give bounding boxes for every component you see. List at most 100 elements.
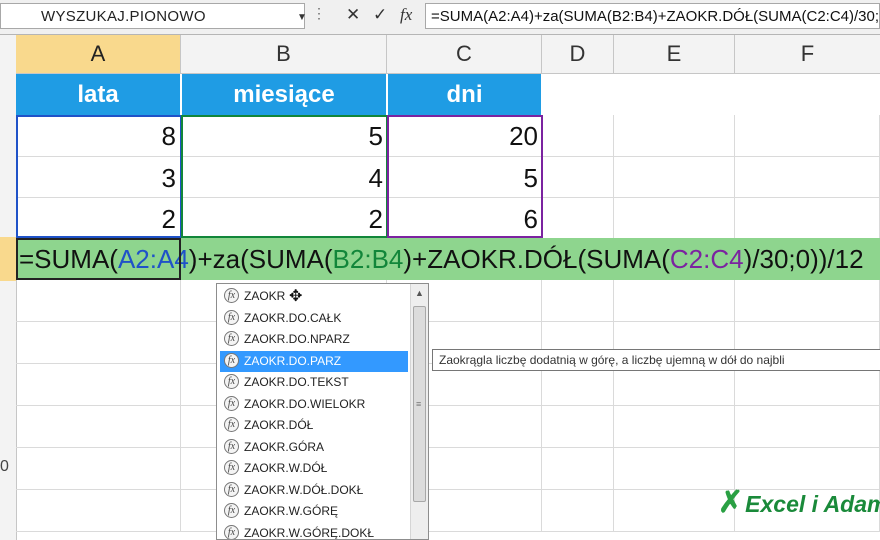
grid-cell[interactable]	[614, 490, 735, 532]
autocomplete-item[interactable]: fx ZAOKR.W.DÓŁ.DOKŁ	[220, 480, 408, 501]
chevron-down-icon[interactable]: ▼	[297, 12, 307, 23]
grid-cell[interactable]	[542, 197, 614, 239]
grid-cell[interactable]	[16, 364, 181, 406]
autocomplete-item[interactable]: fx ZAOKR.DÓŁ	[220, 415, 408, 436]
grid-cell[interactable]	[614, 197, 735, 239]
formula-part: (SUMA(	[240, 244, 333, 274]
autocomplete-item[interactable]: fx ZAOKR.DO.TEKST	[220, 372, 408, 393]
grid-cell[interactable]	[735, 197, 880, 239]
function-icon: fx	[224, 374, 239, 389]
autocomplete-item-label: ZAOKR.DO.CAŁK	[244, 310, 342, 325]
function-autocomplete-list[interactable]: fx ZAOKR fx ZAOKR.DO.CAŁK fx ZAOKR.DO.NPARZ fx…	[216, 283, 429, 540]
name-box-value: WYSZUKAJ.PIONOWO	[41, 8, 206, 25]
row-header-selected[interactable]	[0, 237, 16, 281]
grid-cell[interactable]	[614, 156, 735, 198]
excel-logo-icon: ✗	[718, 486, 744, 519]
function-icon: fx	[224, 331, 239, 346]
autocomplete-item[interactable]: fx ZAOKR.GÓRA	[220, 437, 408, 458]
grid-cell[interactable]	[542, 448, 614, 490]
grid-cell[interactable]	[542, 115, 614, 157]
function-icon: fx	[224, 460, 239, 475]
name-box[interactable]: WYSZUKAJ.PIONOWO ▼	[0, 3, 307, 29]
scroll-up-icon[interactable]: ▲	[415, 288, 424, 298]
function-icon: fx	[224, 524, 239, 539]
grid-cell[interactable]	[735, 115, 880, 157]
autocomplete-item[interactable]: fx ZAOKR.W.GÓRĘ.DOKŁ	[220, 523, 408, 540]
scrollbar[interactable]: ▲ ≡	[410, 284, 428, 539]
function-icon: fx	[224, 481, 239, 497]
cell-b2[interactable]: 5	[186, 121, 383, 152]
header-cell-miesiace[interactable]: miesiące	[182, 74, 386, 115]
autocomplete-item[interactable]: fx ZAOKR.W.GÓRĘ	[220, 501, 408, 522]
autocomplete-item-label: ZAOKR.W.GÓRĘ.DOKŁ	[244, 525, 375, 540]
grid-cell[interactable]	[16, 490, 181, 532]
formula-buttons: ⋮ ✕ ✓ fx	[312, 3, 422, 29]
formula-bar: WYSZUKAJ.PIONOWO ▼ ⋮ ✕ ✓ fx =SUMA(A2:A4)…	[0, 0, 880, 35]
grid-cell[interactable]	[16, 448, 181, 490]
cell-a2[interactable]: 8	[20, 121, 176, 152]
grid-cell[interactable]	[735, 156, 880, 198]
autocomplete-item[interactable]: fx ZAOKR	[220, 286, 408, 307]
formula-input[interactable]: =SUMA(A2:A4)+za(SUMA(B2:B4)+ZAOKR.DÓŁ(SU…	[425, 3, 880, 29]
cell-c2[interactable]: 20	[392, 121, 538, 152]
column-header-f[interactable]: F	[735, 35, 880, 73]
grid-cell[interactable]	[614, 448, 735, 490]
watermark-text: Excel i Adam	[745, 491, 880, 517]
formula-ref-c: C2:C4	[669, 244, 744, 274]
grid-cell[interactable]	[735, 406, 880, 448]
function-icon: fx	[224, 417, 239, 432]
autocomplete-item[interactable]: fx ZAOKR.DO.CAŁK	[220, 308, 408, 329]
column-header-e[interactable]: E	[614, 35, 735, 73]
grid-cell[interactable]	[614, 406, 735, 448]
row-number[interactable]: 0	[0, 458, 9, 476]
function-icon: fx	[224, 503, 239, 518]
grid-cell[interactable]	[542, 490, 614, 532]
autocomplete-item-label: ZAOKR.W.GÓRĘ	[244, 504, 339, 518]
cancel-icon[interactable]: ✕	[346, 5, 360, 25]
header-cell-dni[interactable]: dni	[388, 74, 541, 115]
drag-handle-icon[interactable]: ⋮	[312, 5, 326, 22]
enter-icon[interactable]: ✓	[373, 5, 387, 25]
function-tooltip: Zaokrągla liczbę dodatnią w górę, a licz…	[432, 349, 880, 371]
cell-c4[interactable]: 6	[392, 204, 538, 235]
autocomplete-item-label: ZAOKR.GÓRA	[244, 439, 325, 454]
column-header-row: A B C D E F	[0, 35, 880, 74]
autocomplete-item[interactable]: fx ZAOKR.DO.NPARZ	[220, 329, 408, 350]
grid-cell[interactable]	[614, 280, 735, 322]
grid-cell[interactable]	[542, 406, 614, 448]
cell-b3[interactable]: 4	[186, 163, 383, 194]
function-icon: fx	[224, 288, 239, 303]
autocomplete-item[interactable]: fx ZAOKR.DO.WIELOKR	[220, 394, 408, 415]
function-icon: fx	[224, 309, 239, 325]
insert-function-icon[interactable]: fx	[400, 5, 412, 25]
autocomplete-item-label: ZAOKR.DO.TEKST	[244, 375, 349, 389]
header-cell-lata[interactable]: lata	[16, 74, 180, 115]
column-header-d[interactable]: D	[542, 35, 614, 73]
autocomplete-item-label: ZAOKR.W.DÓŁ	[244, 461, 328, 475]
cell-a4[interactable]: 2	[20, 204, 176, 235]
grip-icon: ≡	[416, 399, 422, 409]
formula-part: )+za	[188, 244, 241, 274]
grid-cell[interactable]	[735, 448, 880, 490]
grid-cell[interactable]	[16, 322, 181, 364]
grid-cell[interactable]	[614, 115, 735, 157]
column-header-a[interactable]: A	[16, 35, 181, 73]
watermark-logo: ✗Excel i Adam	[718, 485, 880, 520]
grid-cell[interactable]	[542, 156, 614, 198]
autocomplete-item[interactable]: fx ZAOKR.DO.PARZ	[220, 350, 408, 372]
column-header-b[interactable]: B	[181, 35, 387, 73]
cell-c3[interactable]: 5	[392, 163, 538, 194]
grid-cell[interactable]	[542, 280, 614, 322]
cell-b4[interactable]: 2	[186, 204, 383, 235]
grid-cell[interactable]	[735, 280, 880, 322]
autocomplete-item[interactable]: fx ZAOKR.W.DÓŁ	[220, 458, 408, 479]
cell-a3[interactable]: 3	[20, 163, 176, 194]
autocomplete-item-label: ZAOKR.DO.PARZ	[244, 353, 342, 368]
scrollbar-thumb[interactable]: ≡	[413, 306, 426, 502]
autocomplete-item-label: ZAOKR.DO.NPARZ	[244, 332, 350, 346]
grid-cell[interactable]	[16, 280, 181, 322]
function-icon: fx	[224, 438, 239, 454]
grid-cell[interactable]	[16, 406, 181, 448]
formula-part: )+ZAOKR.DÓŁ(SUMA(	[403, 244, 670, 274]
column-header-c[interactable]: C	[387, 35, 542, 73]
